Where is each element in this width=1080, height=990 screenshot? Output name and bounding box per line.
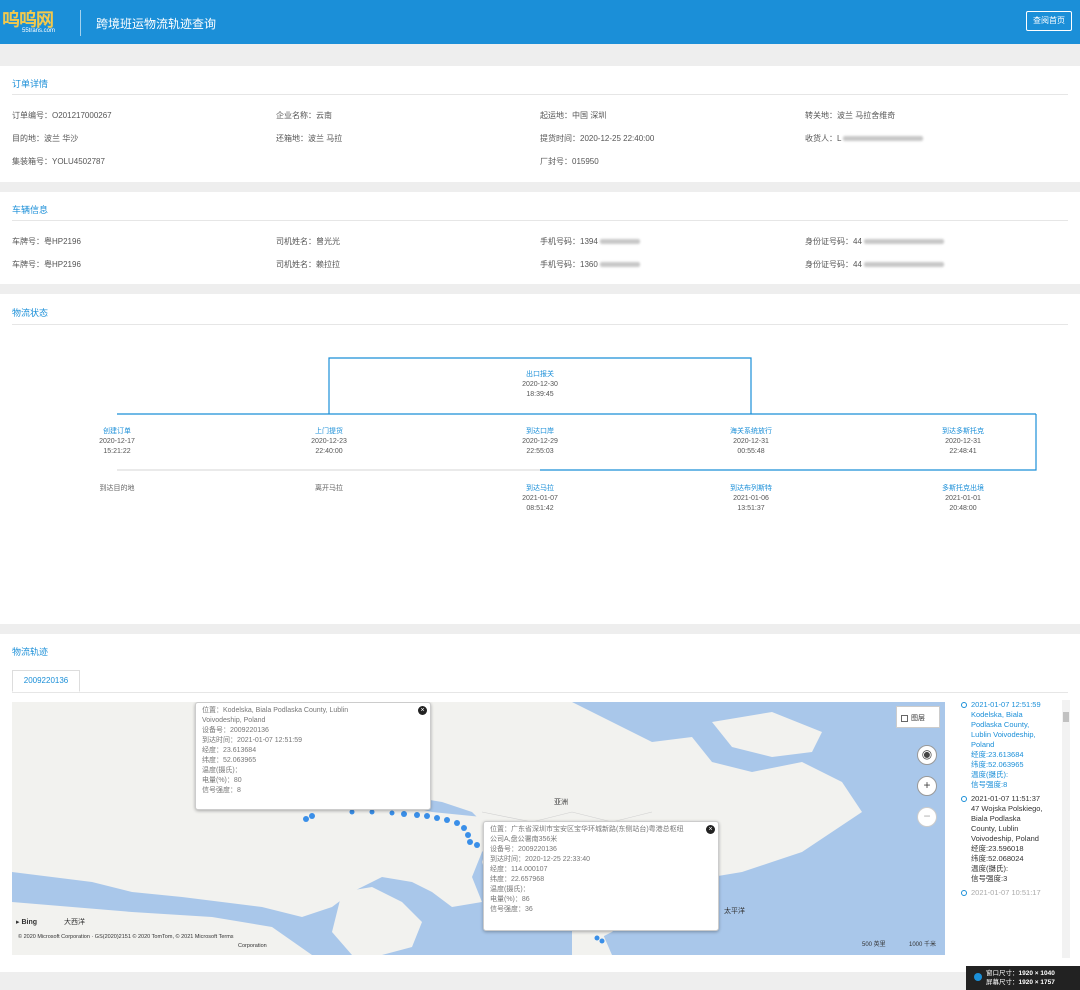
- map-label-asia: 亚洲: [554, 799, 568, 806]
- status-panel: 物流状态 出口报关 2020-12-30 18:39:45 创建订单 2020-12-…: [0, 294, 1080, 624]
- status-node: 海关系统放行 2020-12-31 00:55:48: [730, 428, 772, 455]
- map-view[interactable]: 亚洲 大西洋 太平洋 ▸ Bing © 2020 Microsoft Corpo…: [12, 702, 945, 955]
- tab-device[interactable]: 2009220136: [12, 670, 80, 692]
- info-popup-poland: × 位置：Kodelska, Biala Podlaska County, Lu…: [195, 702, 431, 810]
- vehicle-field: 司机姓名：曾光光: [276, 237, 340, 246]
- order-title: 订单详情: [12, 79, 49, 89]
- timeline-dot-icon: [961, 796, 967, 802]
- locate-icon[interactable]: ◉: [917, 745, 937, 765]
- map-copyright: © 2020 Microsoft Corporation · GS(2020)2…: [18, 934, 234, 940]
- status-node: 到达目的地: [99, 485, 135, 492]
- map-copyright-2: Corporation: [238, 943, 267, 949]
- status-node: 创建订单 2020-12-17 15:21:22: [99, 428, 135, 455]
- top-header: 呜呜网 55trans.com 跨境班运物流轨迹查询 查阅首页: [0, 0, 1080, 44]
- close-icon[interactable]: ×: [706, 825, 715, 834]
- order-field: 起运地：中国 深圳: [540, 111, 607, 120]
- timeline-dot-icon: [961, 890, 967, 896]
- status-node: 到达马拉 2021-01-07 08:51:42: [522, 485, 558, 512]
- scale-miles: 500 英里: [862, 942, 886, 948]
- status-node: 到达口岸 2020-12-29 22:55:03: [522, 428, 558, 455]
- track-list-item[interactable]: 2021-01-07 10:51:17: [957, 888, 1070, 898]
- site-logo[interactable]: 呜呜网 55trans.com: [2, 6, 68, 38]
- bing-logo: ▸ Bing: [16, 919, 38, 926]
- scale-km: 1000 千米: [909, 942, 937, 948]
- status-node: 离开马拉: [315, 485, 343, 492]
- vehicle-field: 手机号码：1360: [540, 259, 640, 270]
- page-title: 跨境班运物流轨迹查询: [96, 17, 217, 31]
- track-list[interactable]: 2021-01-07 12:51:59 Kodelska, Biala Podla…: [957, 700, 1070, 958]
- order-field: 订单编号：O201217000267: [12, 111, 112, 120]
- status-node: 多斯托克出境 2021-01-01 20:48:00: [942, 485, 984, 512]
- order-field: 厂封号：015950: [540, 157, 599, 166]
- order-field: 提货时间：2020-12-25 22:40:00: [540, 134, 655, 143]
- status-node: 到达布列斯特 2021-01-06 13:51:37: [730, 485, 772, 512]
- logo-subtext: 55trans.com: [22, 28, 56, 34]
- track-list-item[interactable]: 2021-01-07 12:51:59 Kodelska, Biala Podla…: [957, 700, 1070, 790]
- status-flow-lines: [117, 357, 1037, 471]
- vehicle-title: 车辆信息: [12, 205, 49, 215]
- info-icon: [974, 973, 982, 981]
- panel-divider: [12, 94, 1068, 95]
- vehicle-field: 身份证号码：44: [805, 236, 944, 247]
- zoom-in-icon[interactable]: +: [917, 776, 937, 796]
- vehicle-field: 车牌号：粤HP2196: [12, 260, 81, 269]
- vehicle-field: 司机姓名：赖拉拉: [276, 260, 340, 269]
- vehicle-field: 车牌号：粤HP2196: [12, 237, 81, 246]
- order-field: 还箱地：波兰 马拉: [276, 134, 343, 143]
- map-label-atlantic: 大西洋: [64, 919, 85, 926]
- vehicle-field: 身份证号码：44: [805, 259, 944, 270]
- timeline-dot-icon: [961, 702, 967, 708]
- status-node-export: 出口报关 2020-12-30 18:39:45: [522, 371, 558, 398]
- order-field: 目的地：波兰 华沙: [12, 134, 79, 143]
- map-land: [12, 702, 862, 955]
- header-divider: [80, 10, 81, 36]
- scrollbar-thumb[interactable]: [1063, 712, 1069, 722]
- window-size-widget: 窗口尺寸：1920 × 1040 屏幕尺寸：1920 × 1757: [966, 966, 1080, 990]
- order-field: 集装箱号：YOLU4502787: [12, 157, 105, 166]
- order-field: 转关地：波兰 马拉舍维奇: [805, 111, 896, 120]
- map-label-pacific: 太平洋: [724, 908, 745, 915]
- track-list-item[interactable]: 2021-01-07 11:51:37 47 Wojska Polskiego,…: [957, 794, 1070, 884]
- status-node: 上门提货 2020-12-23 22:40:00: [311, 428, 347, 455]
- scrollbar[interactable]: [1062, 700, 1070, 958]
- order-field: 企业名称：云南: [276, 111, 332, 120]
- panel-divider: [12, 220, 1068, 221]
- zoom-out-icon[interactable]: −: [917, 807, 937, 827]
- layer-toggle[interactable]: 图层: [896, 706, 940, 728]
- vehicle-field: 手机号码：1394: [540, 236, 640, 247]
- vehicle-panel: 车辆信息 车牌号：粤HP2196 司机姓名：曾光光 手机号码：1394 身份证号…: [0, 192, 1080, 284]
- status-node: 到达多斯托克 2020-12-31 22:48:41: [942, 428, 984, 455]
- order-field: 收货人：L: [805, 133, 924, 144]
- close-icon[interactable]: ×: [418, 706, 427, 715]
- order-panel: 订单详情 订单编号：O201217000267 企业名称：云南 起运地：中国 深…: [0, 66, 1080, 182]
- home-button[interactable]: 查阅首页: [1026, 11, 1072, 31]
- info-popup-shenzhen: × 位置：广东省深圳市宝安区宝华环城新路(东侧站台)粤港总枢纽 公司A,盘公署南3…: [483, 821, 719, 931]
- track-title: 物流轨迹: [12, 647, 49, 657]
- tab-baseline: [12, 692, 1068, 693]
